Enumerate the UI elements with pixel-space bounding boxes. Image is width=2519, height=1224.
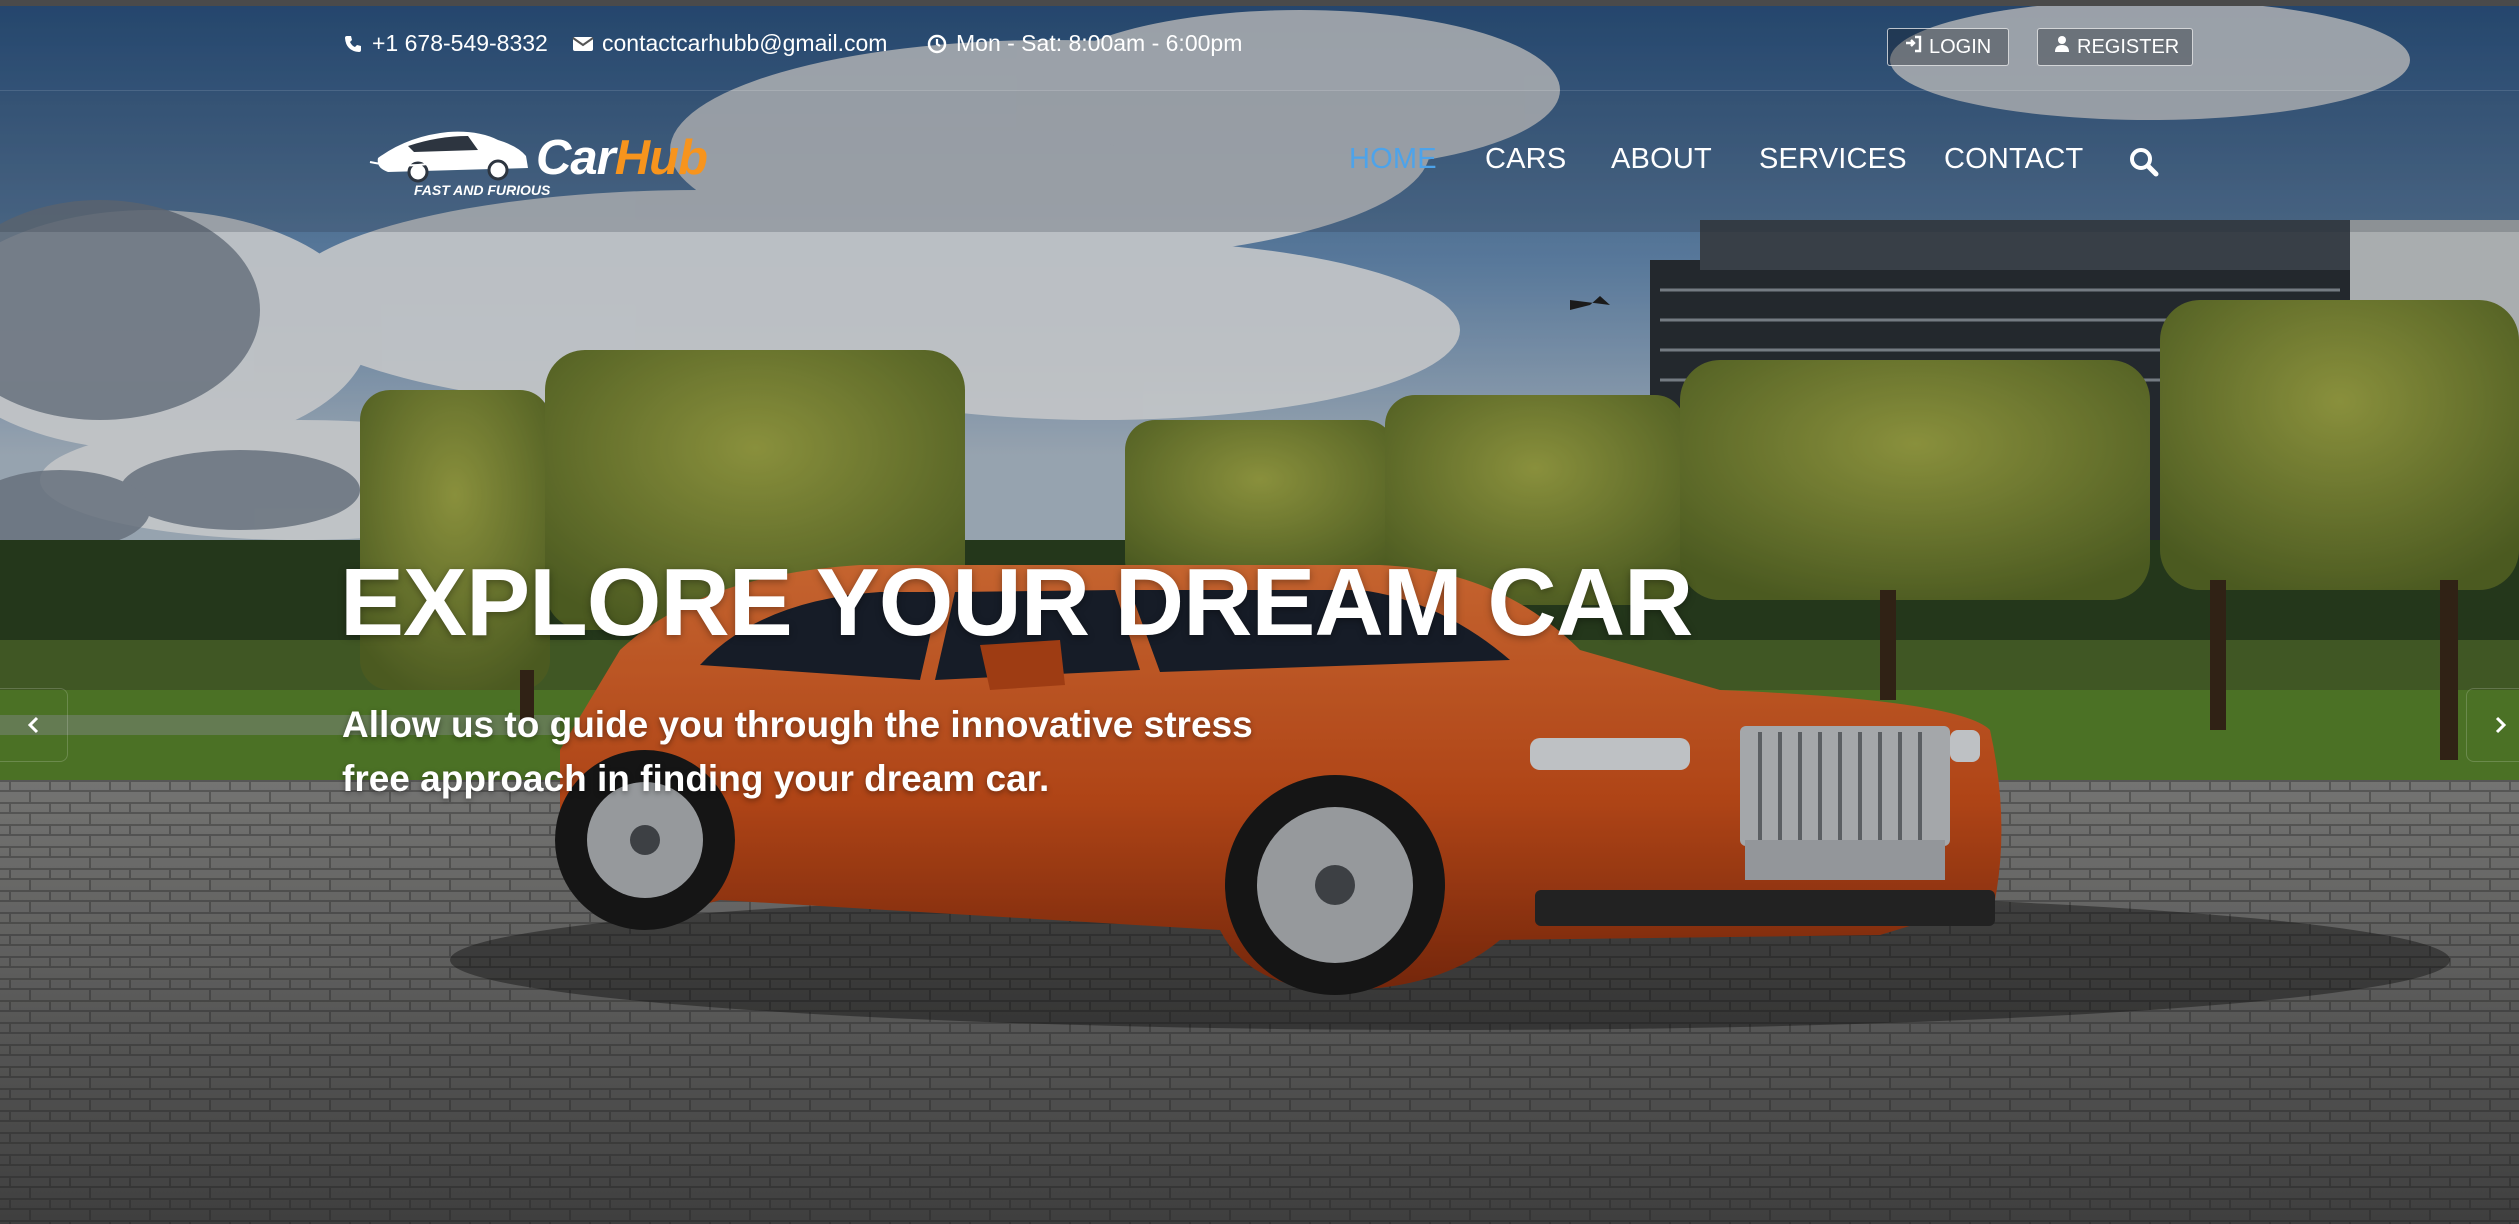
nav-contact[interactable]: CONTACT <box>1944 143 2083 176</box>
brand-tagline: FAST AND FURIOUS <box>414 182 551 198</box>
search-icon[interactable] <box>2128 146 2160 178</box>
carousel-prev-button[interactable] <box>0 688 68 762</box>
brand-name-car: Car <box>536 131 616 185</box>
register-label: REGISTER <box>2077 35 2180 58</box>
phone-contact[interactable]: +1 678-549-8332 <box>342 30 548 57</box>
hero-subtitle-line-1: Allow us to guide you through the innova… <box>342 704 1253 745</box>
carousel-next-button[interactable] <box>2466 688 2519 762</box>
business-hours: Mon - Sat: 8:00am - 6:00pm <box>926 30 1242 57</box>
email-address: contactcarhubb@gmail.com <box>602 30 888 56</box>
nav-cars[interactable]: CARS <box>1485 143 1566 176</box>
hours-text: Mon - Sat: 8:00am - 6:00pm <box>956 30 1243 56</box>
clock-icon <box>926 33 948 55</box>
envelope-icon <box>572 33 594 55</box>
phone-icon <box>342 33 364 55</box>
user-icon <box>2054 35 2070 59</box>
nav-about[interactable]: ABOUT <box>1611 143 1712 176</box>
register-button[interactable]: REGISTER <box>2037 28 2193 66</box>
hero-subtitle: Allow us to guide you through the innova… <box>342 698 1342 806</box>
phone-number: +1 678-549-8332 <box>372 30 548 56</box>
nav-services[interactable]: SERVICES <box>1759 143 1907 176</box>
email-contact[interactable]: contactcarhubb@gmail.com <box>572 30 887 57</box>
nav-home[interactable]: HOME <box>1349 143 1437 176</box>
chevron-right-icon <box>2495 716 2507 734</box>
brand-name[interactable]: CarHub <box>536 130 708 186</box>
sign-in-icon <box>1904 35 1922 59</box>
chevron-left-icon <box>27 716 39 734</box>
hero-title: EXPLORE YOUR DREAM CAR <box>340 549 1693 656</box>
brand-name-hub: Hub <box>614 131 708 185</box>
login-button[interactable]: LOGIN <box>1887 28 2009 66</box>
login-label: LOGIN <box>1929 35 1992 58</box>
hero-subtitle-line-2: free approach in finding your dream car. <box>342 758 1050 799</box>
